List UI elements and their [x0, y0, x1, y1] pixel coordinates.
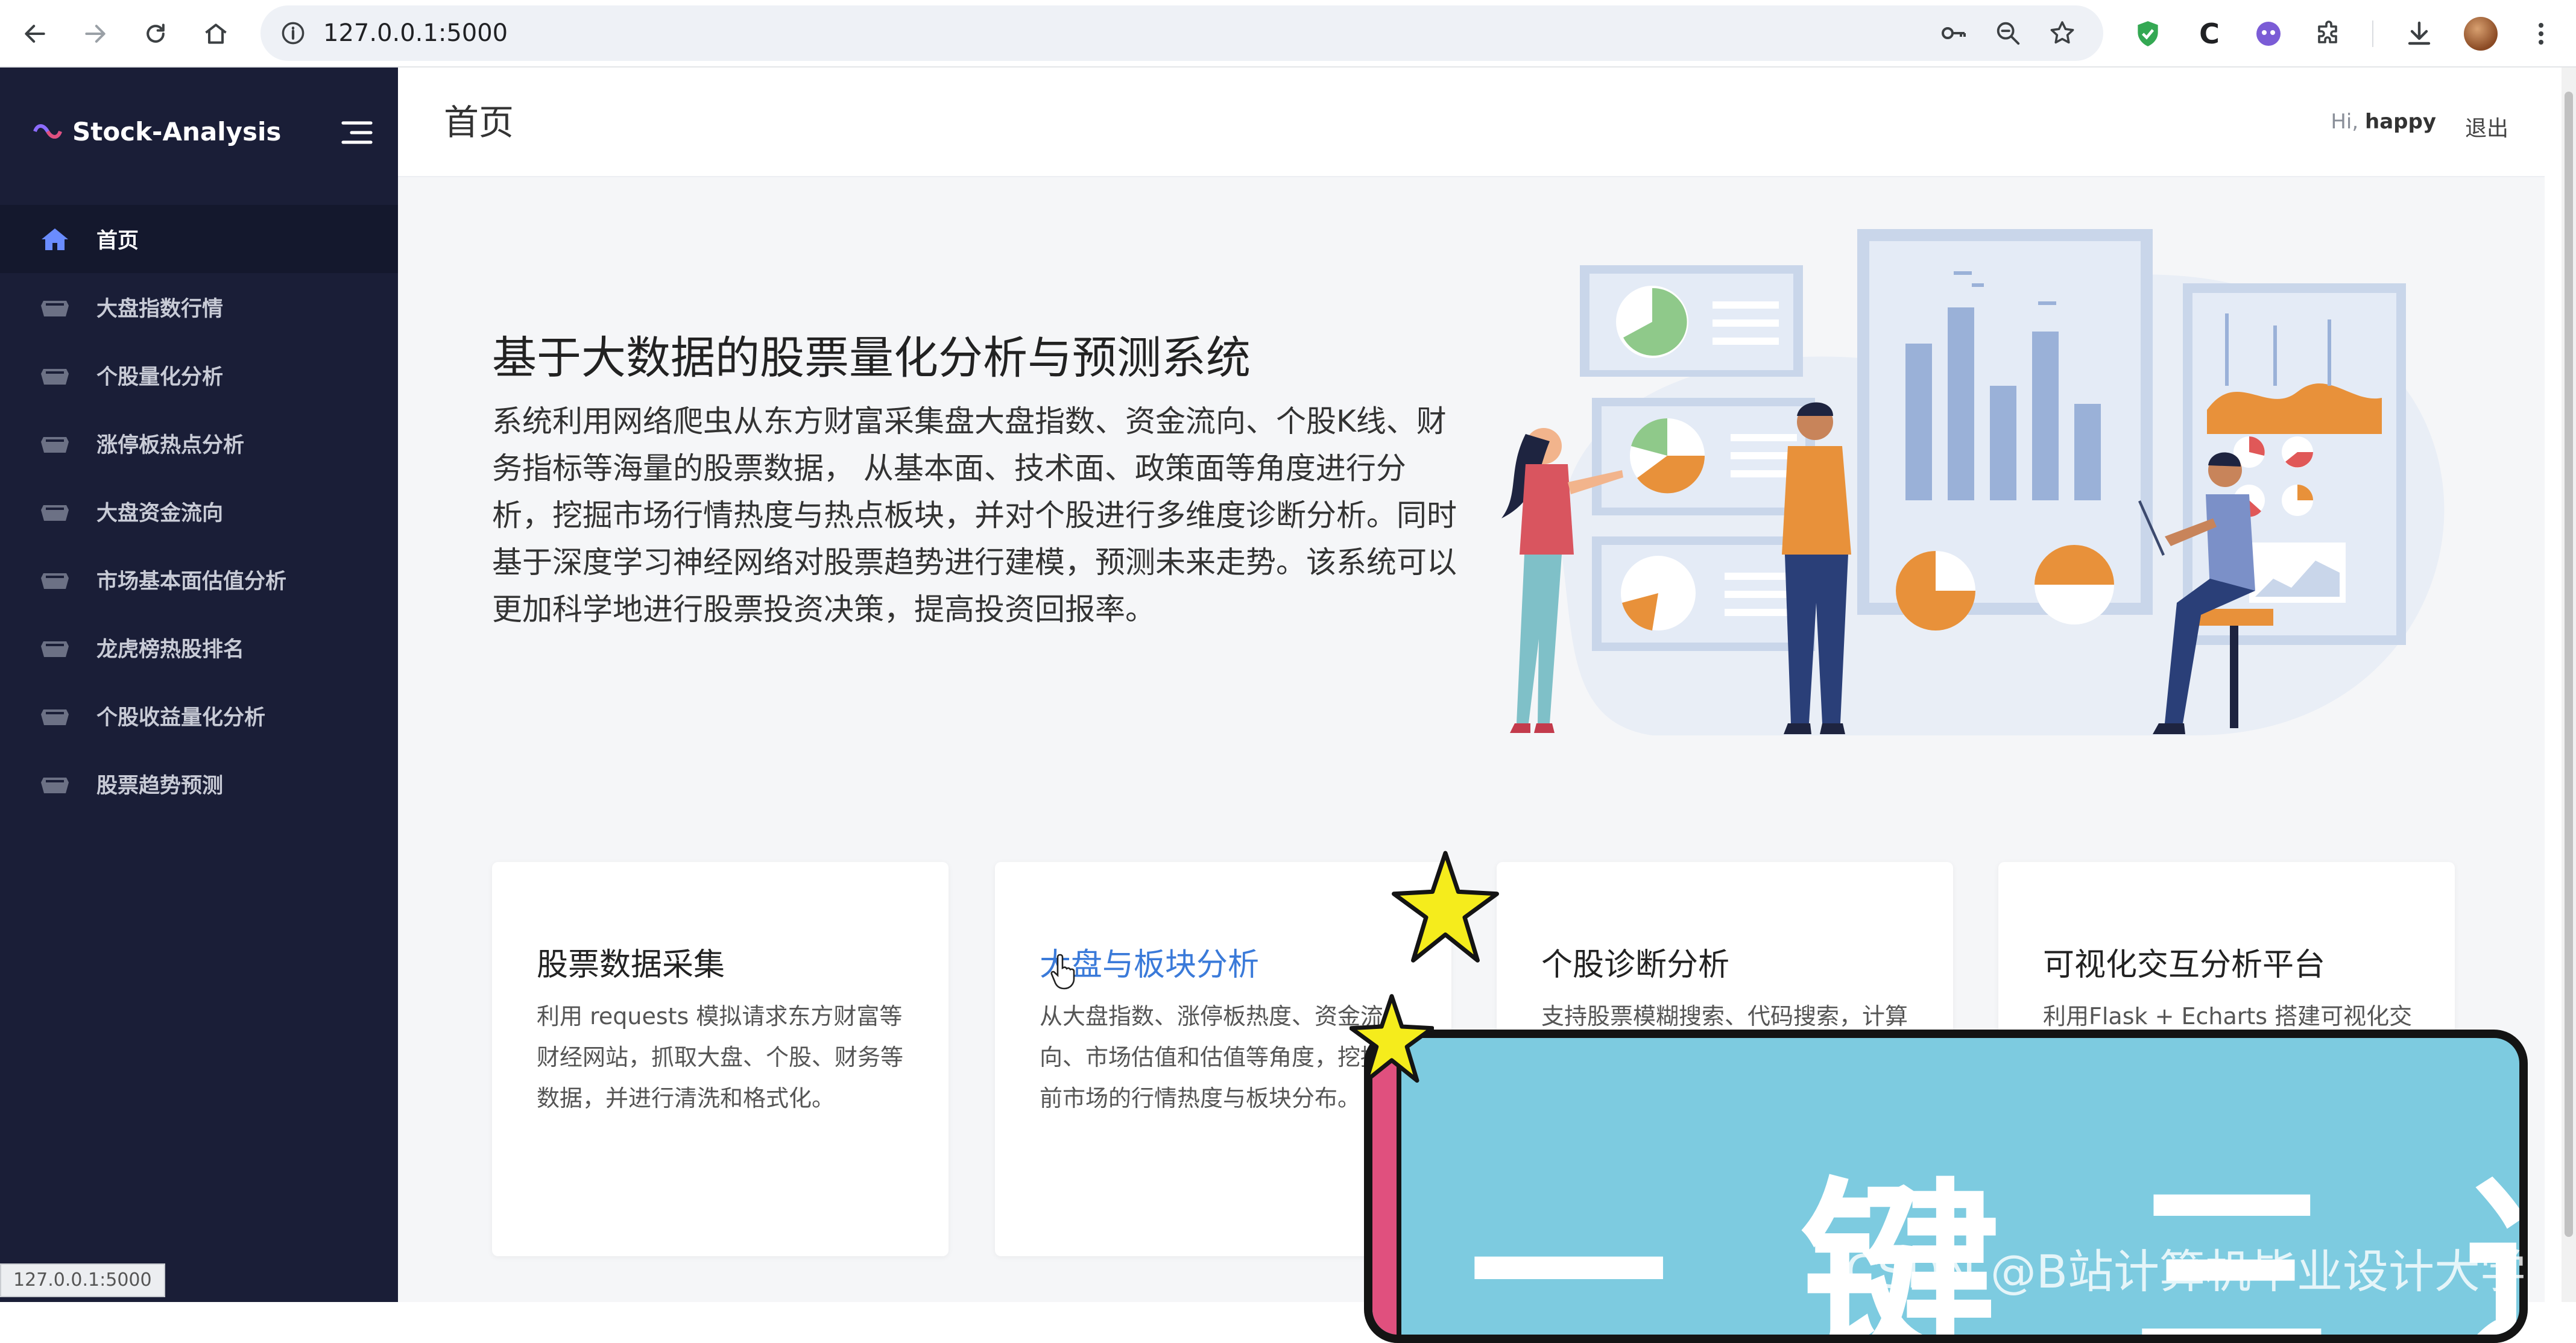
star-icon [1350, 994, 1434, 1083]
greeting-text: Hi, [2331, 110, 2359, 134]
sidebar-item-label: 个股收益量化分析 [96, 706, 266, 730]
star-icon [1392, 851, 1499, 963]
sidebar-item-limit-up[interactable]: 涨停板热点分析 [0, 409, 398, 477]
sidebar-item-fund-flow[interactable]: 大盘资金流向 [0, 477, 398, 546]
profile-avatar[interactable] [2459, 12, 2502, 55]
feature-card-data-collection[interactable]: 股票数据采集 利用 requests 模拟请求东方财富等财经网站，抓取大盘、个股… [492, 862, 949, 1256]
face-extension-icon[interactable] [2247, 12, 2290, 55]
toolbar-divider [2372, 20, 2373, 47]
sidebar-item-label: 个股量化分析 [96, 365, 224, 389]
forward-icon[interactable] [74, 12, 117, 55]
dashboard-icon [39, 568, 71, 592]
c-extension-icon[interactable]: C [2188, 12, 2231, 55]
promo-text: 一键三连 [1469, 1161, 2519, 1343]
browser-toolbar: 127.0.0.1:5000 C [0, 0, 2576, 68]
hero-illustration [1501, 229, 2445, 735]
star-icon[interactable] [2043, 14, 2082, 52]
sidebar-item-label: 股票趋势预测 [96, 774, 224, 798]
logout-link[interactable]: 退出 [2465, 111, 2508, 142]
dashboard-icon [39, 636, 71, 660]
extensions-icon[interactable] [2307, 12, 2350, 55]
dashboard-icon [39, 363, 71, 388]
site-info-icon[interactable] [274, 14, 312, 52]
hand-cursor-icon [1050, 952, 1081, 991]
sidebar-item-label: 大盘资金流向 [96, 502, 224, 526]
menu-icon[interactable] [2519, 12, 2563, 55]
sidebar-item-label: 涨停板热点分析 [96, 433, 245, 458]
card-title: 可视化交互分析平台 [2043, 947, 2326, 983]
reload-icon[interactable] [134, 12, 177, 55]
card-title: 股票数据采集 [537, 947, 725, 983]
sidebar: Stock-Analysis 首页 大盘指数行情 个股量化分析 涨停板热点分析 … [0, 68, 398, 1302]
dashboard-icon [39, 432, 71, 456]
brand-name: Stock-Analysis [72, 116, 282, 146]
scroll-thumb[interactable] [2565, 92, 2573, 1237]
card-title: 个股诊断分析 [1541, 947, 1730, 983]
dashboard-icon [39, 500, 71, 524]
key-icon[interactable] [1934, 14, 1973, 52]
sidebar-item-home[interactable]: 首页 [0, 205, 398, 273]
sidebar-item-trend-forecast[interactable]: 股票趋势预测 [0, 750, 398, 818]
hero-description: 系统利用网络爬虫从东方财富采集盘大盘指数、资金流向、个股K线、财务指标等海量的股… [492, 404, 1457, 627]
watermark: CSDN @B站计算机毕业设计大学 [1845, 1245, 2526, 1298]
sidebar-item-label: 市场基本面估值分析 [96, 570, 287, 594]
download-icon[interactable] [2398, 12, 2441, 55]
page-scrollbar[interactable] [2562, 68, 2576, 1302]
top-header: 首页 Hi, happy 退出 [398, 68, 2545, 177]
username[interactable]: happy [2365, 110, 2436, 134]
status-bar-url: 127.0.0.1:5000 [0, 1263, 165, 1297]
brand[interactable]: Stock-Analysis [31, 107, 281, 156]
sidebar-item-dragon-tiger[interactable]: 龙虎榜热股排名 [0, 614, 398, 682]
home-icon [39, 227, 71, 251]
back-icon[interactable] [13, 12, 57, 55]
sidebar-toggle-icon[interactable] [335, 111, 379, 154]
shield-extension-icon[interactable] [2126, 12, 2170, 55]
home-icon[interactable] [194, 12, 238, 55]
sidebar-menu: 首页 大盘指数行情 个股量化分析 涨停板热点分析 大盘资金流向 市场基本面估值分… [0, 205, 398, 818]
url-text[interactable]: 127.0.0.1:5000 [323, 5, 508, 61]
sidebar-item-label: 龙虎榜热股排名 [96, 638, 245, 662]
dashboard-icon [39, 295, 71, 319]
sidebar-item-stock-quant[interactable]: 个股量化分析 [0, 341, 398, 409]
zoom-icon[interactable] [1989, 14, 2027, 52]
brand-logo-icon [33, 124, 62, 139]
page-title: 首页 [444, 102, 514, 143]
sidebar-item-returns[interactable]: 个股收益量化分析 [0, 682, 398, 750]
sidebar-item-market-index[interactable]: 大盘指数行情 [0, 273, 398, 341]
card-description: 利用 requests 模拟请求东方财富等财经网站，抓取大盘、个股、财务等数据，… [537, 1003, 904, 1112]
user-greeting: Hi, happy [2331, 110, 2436, 134]
sidebar-item-valuation[interactable]: 市场基本面估值分析 [0, 546, 398, 614]
dashboard-icon [39, 704, 71, 728]
dashboard-icon [39, 772, 71, 796]
hero-title: 基于大数据的股票量化分析与预测系统 [492, 332, 1251, 384]
sidebar-item-label: 首页 [96, 229, 139, 253]
address-bar[interactable]: 127.0.0.1:5000 [260, 5, 2103, 61]
sidebar-item-label: 大盘指数行情 [96, 297, 224, 321]
